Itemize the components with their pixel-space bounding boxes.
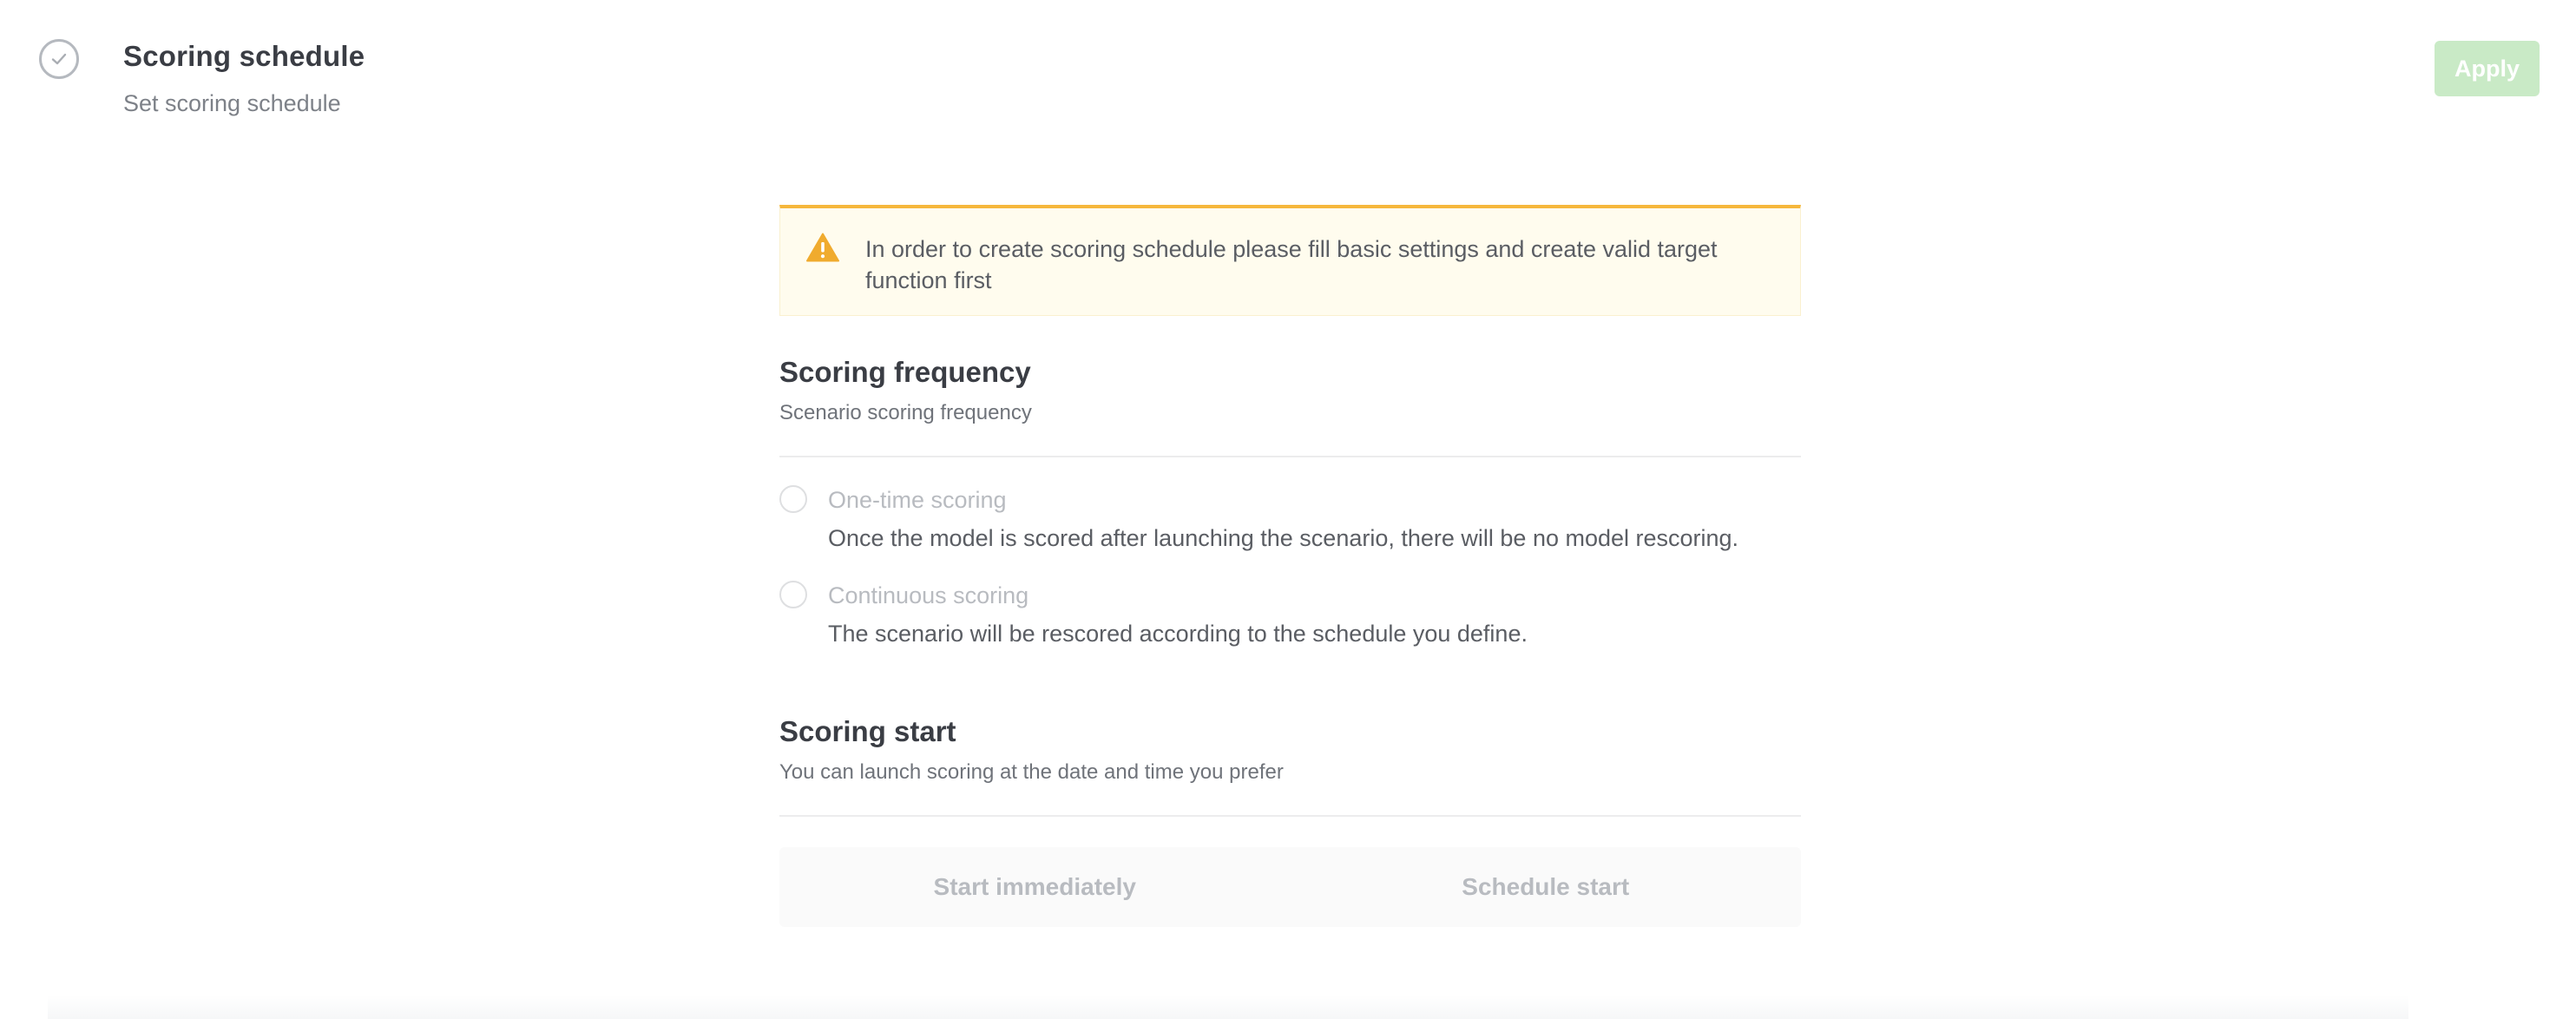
page-title: Scoring schedule	[123, 40, 365, 72]
alert-message: In order to create scoring schedule plea…	[865, 236, 1718, 293]
option-description: The scenario will be rescored according …	[828, 621, 1528, 647]
start-subtitle: You can launch scoring at the date and t…	[779, 760, 1284, 784]
radio-one-time[interactable]	[779, 485, 807, 513]
schedule-form: In order to create scoring schedule plea…	[779, 205, 1801, 927]
apply-button[interactable]: Apply	[2435, 41, 2540, 96]
radio-continuous[interactable]	[779, 581, 807, 608]
frequency-subtitle: Scenario scoring frequency	[779, 401, 1032, 424]
footer-shadow	[48, 995, 2408, 1019]
start-title: Scoring start	[779, 715, 956, 747]
page-subtitle: Set scoring schedule	[123, 90, 341, 116]
warning-alert: In order to create scoring schedule plea…	[779, 205, 1801, 316]
start-immediately-button[interactable]: Start immediately	[779, 847, 1291, 927]
option-label[interactable]: Continuous scoring	[828, 582, 1028, 609]
divider	[779, 456, 1801, 457]
start-mode-toggle: Start immediately Schedule start	[779, 847, 1801, 927]
option-label[interactable]: One-time scoring	[828, 487, 1007, 514]
checkmark-icon	[51, 53, 67, 65]
warning-icon	[806, 233, 839, 262]
option-description: Once the model is scored after launching…	[828, 525, 1739, 551]
divider	[779, 815, 1801, 817]
schedule-start-button[interactable]: Schedule start	[1291, 847, 1802, 927]
frequency-title: Scoring frequency	[779, 356, 1031, 388]
check-circle-icon	[39, 39, 79, 79]
